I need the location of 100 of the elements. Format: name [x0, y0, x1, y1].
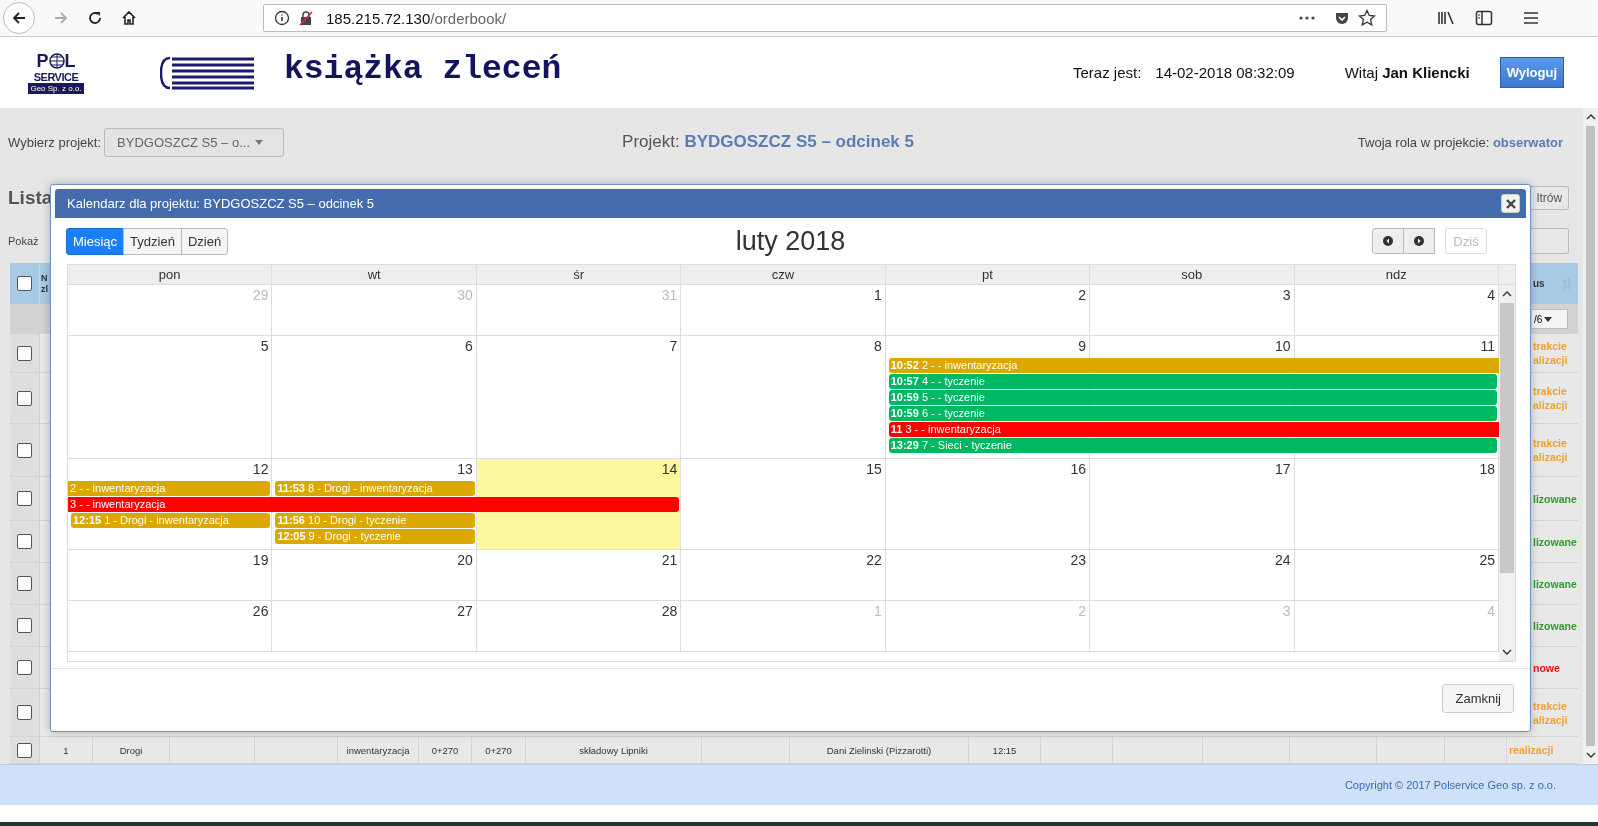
back-button[interactable]	[3, 2, 35, 34]
checkbox[interactable]	[17, 618, 32, 633]
sidebar-icon[interactable]	[1475, 10, 1493, 26]
logo-subtitle: Geo Sp. z o.o.	[28, 83, 84, 94]
checkbox[interactable]	[17, 660, 32, 675]
view-tab[interactable]: Tydzień	[123, 227, 182, 255]
day-number: 23	[1069, 551, 1088, 570]
checkbox[interactable]	[17, 345, 32, 361]
clock-value: 14-02-2018 08:32:09	[1155, 64, 1295, 81]
star-icon[interactable]	[1358, 9, 1376, 27]
day-number: 16	[1069, 460, 1088, 479]
close-dialog-button[interactable]: Zamknij	[1442, 683, 1514, 713]
scroll-up-icon[interactable]	[1502, 291, 1512, 297]
info-icon[interactable]	[274, 10, 290, 26]
day-number: 5	[259, 337, 270, 356]
dialog-title: Kalendarz dla projektu: BYDGOSZCZ S5 – odcinek 5	[67, 196, 375, 211]
table-cell: Dani Zielinski (Pizzarotti)	[826, 744, 932, 756]
logout-button[interactable]: Wyloguj	[1499, 57, 1564, 88]
calendar-event[interactable]: 10:52 2 - - inwentaryzacja	[888, 358, 1499, 373]
status-text: trakcie alizacji	[1533, 339, 1569, 367]
status-text: trakcie alizacji	[1533, 384, 1569, 412]
day-number: 10	[1274, 337, 1292, 356]
menu-icon[interactable]	[1523, 11, 1539, 25]
table-cell: 1	[63, 744, 69, 756]
checkbox[interactable]	[17, 390, 32, 406]
checkbox[interactable]	[17, 276, 32, 291]
pocket-icon[interactable]	[1334, 10, 1350, 26]
day-number: 4	[1486, 602, 1496, 621]
calendar-event[interactable]: 11:53 8 - Drogi - inwentaryzacja	[275, 481, 475, 496]
scroll-down-icon[interactable]	[1502, 649, 1512, 655]
app-title: książka zleceń	[284, 51, 562, 88]
previous-button[interactable]	[1372, 228, 1404, 254]
day-number: 3	[1281, 602, 1292, 621]
project-title: Projekt: BYDGOSZCZ S5 – odcinek 5	[622, 132, 914, 153]
status-text: lizowane	[1533, 576, 1577, 591]
next-button[interactable]	[1403, 228, 1435, 254]
calendar-event[interactable]: 12:15 1 - Drogi - inwentaryzacja	[71, 513, 271, 528]
calendar-event[interactable]: 2 - - inwentaryzacja	[68, 481, 271, 496]
day-number: 13	[456, 460, 474, 479]
status-text: lizowane	[1533, 618, 1577, 633]
calendar-event[interactable]: 13:29 7 - Sieci - tyczenie	[888, 438, 1497, 453]
url-text: 185.215.72.130/orderbook/	[326, 9, 508, 27]
checkbox[interactable]	[17, 534, 32, 549]
status-text: lizowane	[1533, 534, 1577, 549]
address-bar[interactable]: 185.215.72.130/orderbook/	[263, 4, 1387, 32]
weekday-header: pon	[68, 265, 273, 284]
table-cell: 12:15	[992, 744, 1017, 756]
scroll-up-icon[interactable]	[1585, 114, 1596, 120]
calendar-event[interactable]: 3 - - inwentaryzacja	[68, 497, 680, 512]
role-text: Twoja rola w projekcie: obserwator	[1357, 134, 1563, 150]
weekday-header: pt	[885, 265, 1091, 284]
day-number: 21	[660, 551, 679, 570]
clock-label: Teraz jest:	[1073, 64, 1142, 81]
table-cell: składowy Lipniki	[579, 744, 648, 756]
project-select[interactable]: BYDGOSZCZ S5 – o...	[104, 127, 285, 157]
globe-icon	[48, 51, 65, 71]
scroll-down-icon[interactable]	[1585, 752, 1596, 758]
calendar-event[interactable]: 10:59 6 - - tyczenie	[888, 406, 1497, 421]
checkbox[interactable]	[17, 705, 32, 720]
view-tab[interactable]: Miesiąc	[66, 227, 125, 255]
day-number: 9	[1077, 337, 1088, 356]
insecure-lock-icon[interactable]	[298, 10, 314, 26]
status-text: realizacji	[1509, 743, 1554, 757]
checkbox[interactable]	[17, 442, 32, 458]
status-text: lizowane	[1533, 491, 1577, 506]
home-icon[interactable]	[121, 10, 137, 26]
search-field[interactable]	[1530, 228, 1569, 255]
view-tab[interactable]: Dzień	[180, 227, 229, 255]
reload-icon[interactable]	[87, 10, 103, 26]
day-number: 22	[865, 551, 883, 570]
calendar-event[interactable]: 11:56 10 - Drogi - tyczenie	[275, 513, 475, 528]
day-number: 15	[865, 460, 883, 479]
filters-button[interactable]: ltrów	[1531, 186, 1569, 211]
show-label: Pokaż	[8, 235, 39, 248]
calendar-event[interactable]: 10:59 5 - - tyczenie	[888, 390, 1497, 405]
calendar-event[interactable]: 10:57 4 - - tyczenie	[888, 374, 1497, 389]
table-cell: 0+270	[485, 744, 512, 756]
calendar-event[interactable]: 12:05 9 - Drogi - tyczenie	[275, 529, 475, 544]
checkbox[interactable]	[17, 742, 32, 758]
status-filter[interactable]: /6	[1532, 309, 1568, 329]
table-cell: 0+270	[431, 744, 459, 756]
calendar-event[interactable]: 11 3 - - inwentaryzacja	[888, 422, 1499, 437]
scrollbar[interactable]	[1499, 285, 1515, 661]
day-number: 3	[1281, 286, 1292, 305]
column-header: us	[1533, 278, 1545, 289]
scrollbar[interactable]	[1583, 108, 1598, 764]
day-number: 28	[660, 602, 679, 621]
close-button[interactable]	[1501, 194, 1520, 213]
status-text: nowe	[1533, 660, 1560, 675]
day-number: 1	[872, 286, 883, 305]
checkbox[interactable]	[17, 491, 32, 506]
more-icon[interactable]	[1298, 15, 1316, 21]
library-icon[interactable]	[1437, 10, 1455, 26]
table-cell: inwentaryzacja	[346, 744, 410, 756]
day-number: 26	[251, 602, 270, 621]
chevron-right-icon	[1414, 236, 1424, 246]
day-number: 31	[660, 286, 679, 305]
checkbox[interactable]	[17, 576, 32, 591]
logo-word: SERVICE	[33, 71, 79, 83]
day-number: 1	[872, 602, 883, 621]
